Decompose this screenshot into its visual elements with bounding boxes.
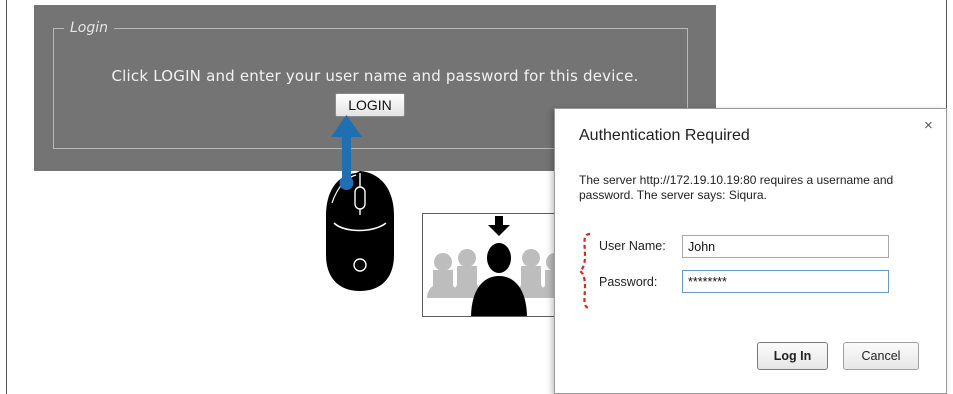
down-arrow-icon (488, 216, 510, 236)
username-label: User Name: (599, 239, 666, 253)
cancel-button[interactable]: Cancel (843, 342, 919, 370)
auth-dialog: Authentication Required × The server htt… (554, 108, 947, 394)
dialog-title: Authentication Required (579, 127, 750, 144)
login-button[interactable]: LOGIN (335, 93, 405, 117)
close-icon[interactable]: × (924, 117, 933, 134)
password-label: Password: (599, 275, 658, 289)
up-arrow-icon (331, 115, 362, 190)
red-brace-icon (579, 232, 591, 310)
page-border-left (6, 0, 7, 394)
password-input[interactable] (682, 270, 889, 293)
dialog-message: The server http://172.19.10.19:80 requir… (579, 173, 894, 202)
login-legend: Login (64, 20, 115, 36)
person-group-illustration (422, 213, 574, 317)
log-in-button[interactable]: Log In (757, 342, 828, 370)
mouse-illustration (318, 115, 398, 295)
username-input[interactable] (682, 235, 889, 258)
login-message: Click LOGIN and enter your user name and… (111, 67, 639, 85)
